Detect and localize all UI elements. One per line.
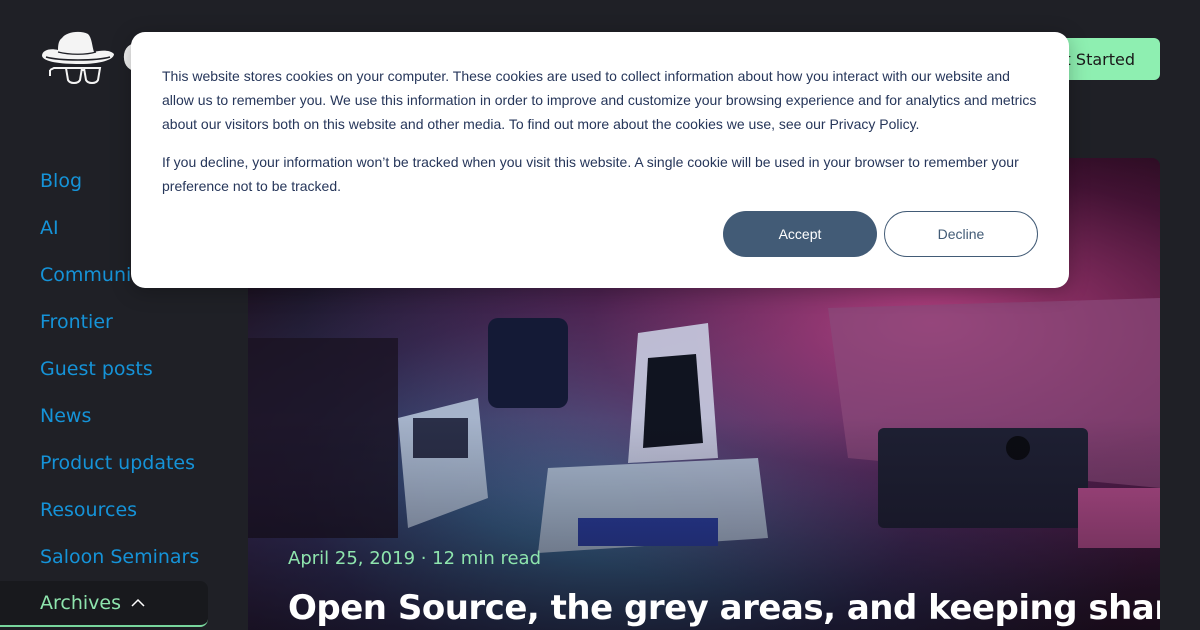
cookie-text-paragraph-2: If you decline, your information won’t b… bbox=[162, 154, 1019, 194]
cookie-text-paragraph-1: This website stores cookies on your comp… bbox=[162, 68, 1037, 132]
decline-cookies-button[interactable]: Decline bbox=[884, 211, 1038, 257]
cookie-button-group: Accept Decline bbox=[723, 211, 1038, 257]
chevron-up-icon bbox=[131, 598, 145, 607]
cowboy-hat-glasses-icon bbox=[42, 31, 114, 84]
sidebar-item-resources[interactable]: Resources bbox=[0, 487, 248, 534]
post-title[interactable]: Open Source, the grey areas, and keeping… bbox=[288, 588, 1160, 628]
sidebar-item-product-updates[interactable]: Product updates bbox=[0, 440, 248, 487]
archives-label: Archives bbox=[40, 592, 121, 614]
sidebar-item-news[interactable]: News bbox=[0, 393, 248, 440]
sidebar-item-archives[interactable]: Archives bbox=[0, 581, 208, 627]
post-meta: April 25, 2019 · 12 min read bbox=[288, 548, 542, 569]
sidebar-item-frontier[interactable]: Frontier bbox=[0, 299, 248, 346]
cookie-consent-banner: This website stores cookies on your comp… bbox=[131, 32, 1069, 288]
sidebar-item-saloon-seminars[interactable]: Saloon Seminars bbox=[0, 534, 248, 581]
accept-cookies-button[interactable]: Accept bbox=[723, 211, 877, 257]
sidebar-item-guest-posts[interactable]: Guest posts bbox=[0, 346, 248, 393]
